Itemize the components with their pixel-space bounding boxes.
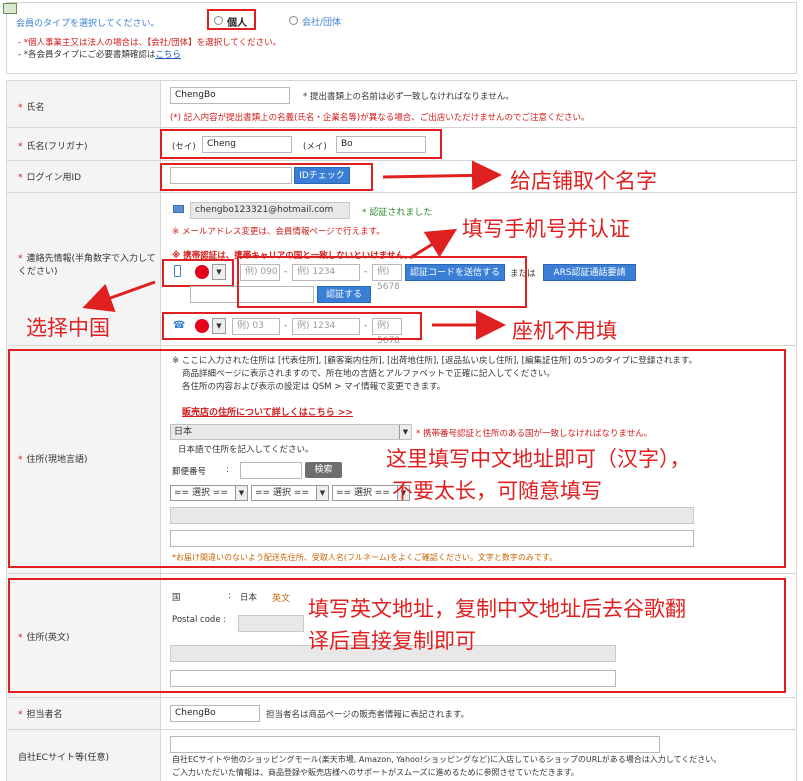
annotation-arrows — [82, 160, 506, 340]
arrow-country — [82, 280, 156, 313]
arrow-login-id — [382, 160, 502, 191]
arrow-mobile — [409, 228, 458, 260]
